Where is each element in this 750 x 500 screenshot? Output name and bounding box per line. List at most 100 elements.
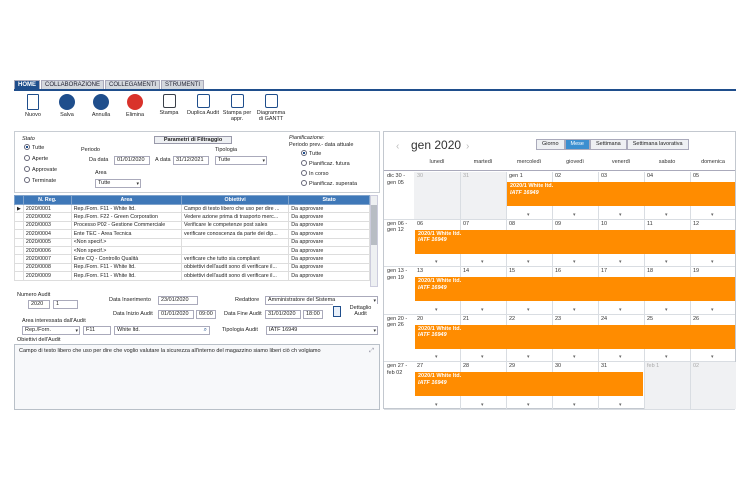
day-cell[interactable]: 09: [555, 221, 561, 227]
day-cell[interactable]: gen 1: [509, 173, 523, 179]
row-selector[interactable]: [14, 254, 24, 264]
day-cell[interactable]: 30: [417, 173, 423, 179]
stato-option-approvate[interactable]: Approvate: [24, 166, 57, 174]
day-cell[interactable]: 12: [693, 221, 699, 227]
more-arrow-icon[interactable]: ▾: [527, 307, 530, 313]
day-cell[interactable]: 23: [555, 316, 561, 322]
pian-option-2[interactable]: Pianificaz. futura: [301, 160, 350, 168]
more-arrow-icon[interactable]: ▾: [481, 307, 484, 313]
table-row[interactable]: 2020/0006 <Non specif.> Da approvare: [14, 245, 370, 256]
stato-option-tutte[interactable]: Tutte: [24, 144, 44, 152]
calendar-event[interactable]: 2020/1 White ltd. IATF 16949: [415, 372, 643, 396]
toolbar-button-8[interactable]: Diagramma di GANTT: [254, 94, 288, 122]
row-selector[interactable]: [14, 229, 24, 239]
day-cell[interactable]: 20: [417, 316, 423, 322]
day-cell[interactable]: 27: [417, 363, 423, 369]
da-data-input[interactable]: 01/01/2020: [114, 156, 150, 165]
more-arrow-icon[interactable]: ▾: [711, 212, 714, 218]
grid-header-1[interactable]: N. Reg.: [22, 195, 72, 205]
more-arrow-icon[interactable]: ▾: [481, 259, 484, 265]
view-mese[interactable]: Mese: [564, 139, 590, 150]
row-selector[interactable]: ▶: [14, 203, 24, 214]
day-cell[interactable]: 08: [509, 221, 515, 227]
table-row[interactable]: 2020/0004 Ente TEC - Area Tecnica verifica…: [14, 229, 370, 239]
area-type-select[interactable]: Rep./Forn. ▾: [22, 326, 80, 335]
table-row[interactable]: 2020/0003 Processo P02 - Gestione Commerc…: [14, 220, 370, 231]
toolbar-button-2[interactable]: Salva: [50, 94, 84, 118]
toolbar-button-4[interactable]: Elimina: [118, 94, 152, 118]
tab-collegamenti[interactable]: COLLEGAMENTI: [105, 80, 161, 89]
day-cell[interactable]: 11: [647, 221, 653, 227]
expand-icon[interactable]: ⤢: [369, 348, 374, 355]
calendar-event[interactable]: 2020/1 White ltd. IATF 16949: [415, 277, 735, 301]
ora-fine-field[interactable]: 18:00: [303, 310, 323, 319]
more-arrow-icon[interactable]: ▾: [527, 259, 530, 265]
more-arrow-icon[interactable]: ▾: [665, 307, 668, 313]
more-arrow-icon[interactable]: ▾: [665, 212, 668, 218]
pian-option-4[interactable]: Pianificaz. superata: [301, 180, 357, 188]
more-arrow-icon[interactable]: ▾: [665, 354, 668, 360]
more-arrow-icon[interactable]: ▾: [619, 354, 622, 360]
row-selector[interactable]: [14, 237, 24, 247]
day-cell[interactable]: 31: [601, 363, 607, 369]
table-row[interactable]: 2020/0008 Rep./Forn. F11 - White ltd. obbi…: [14, 262, 370, 273]
day-cell[interactable]: 03: [601, 173, 607, 179]
pian-option-3[interactable]: In corso: [301, 170, 329, 178]
row-selector[interactable]: [14, 271, 24, 281]
more-arrow-icon[interactable]: ▾: [435, 354, 438, 360]
param-filtraggio-button[interactable]: Parametri di Filtraggio: [154, 136, 232, 144]
day-cell[interactable]: 02: [693, 363, 699, 369]
more-arrow-icon[interactable]: ▾: [665, 259, 668, 265]
calendar-event[interactable]: 2020/1 White ltd. IATF 16949: [507, 182, 735, 206]
more-arrow-icon[interactable]: ▾: [573, 402, 576, 408]
grid-header-2[interactable]: Area: [70, 195, 183, 205]
more-arrow-icon[interactable]: ▾: [711, 259, 714, 265]
data-inizio-field[interactable]: 01/01/2020: [158, 310, 194, 319]
more-arrow-icon[interactable]: ▾: [619, 402, 622, 408]
more-arrow-icon[interactable]: ▾: [527, 402, 530, 408]
more-arrow-icon[interactable]: ▾: [435, 307, 438, 313]
day-cell[interactable]: 07: [463, 221, 469, 227]
day-cell[interactable]: 31: [463, 173, 469, 179]
row-selector[interactable]: [14, 245, 24, 256]
toolbar-button-7[interactable]: Stampa per appr.: [220, 94, 254, 122]
more-arrow-icon[interactable]: ▾: [573, 259, 576, 265]
more-arrow-icon[interactable]: ▾: [435, 402, 438, 408]
chevron-right-icon[interactable]: ›: [466, 141, 469, 152]
day-cell[interactable]: 29: [509, 363, 515, 369]
area-code-field[interactable]: F11: [83, 326, 111, 335]
more-arrow-icon[interactable]: ▾: [711, 354, 714, 360]
day-cell[interactable]: 13: [417, 268, 423, 274]
day-cell[interactable]: 06: [417, 221, 423, 227]
pian-option-1[interactable]: Tutte: [301, 150, 321, 158]
more-arrow-icon[interactable]: ▾: [619, 307, 622, 313]
more-arrow-icon[interactable]: ▾: [573, 212, 576, 218]
view-settimana-lavorativa[interactable]: Settimana lavorativa: [626, 139, 689, 150]
view-giorno[interactable]: Giorno: [536, 139, 565, 150]
area-name-field[interactable]: White ltd. ⌕: [114, 326, 210, 335]
row-selector[interactable]: [14, 220, 24, 231]
anno-field[interactable]: 2020: [28, 300, 50, 309]
toolbar-button-1[interactable]: Nuovo: [16, 94, 50, 118]
stato-option-terminate[interactable]: Terminate: [24, 177, 56, 185]
day-cell[interactable]: 17: [601, 268, 607, 274]
grid-header-4[interactable]: Stato: [288, 195, 370, 205]
a-data-input[interactable]: 31/12/2021: [173, 156, 209, 165]
day-cell[interactable]: 28: [463, 363, 469, 369]
day-cell[interactable]: 05: [693, 173, 699, 179]
view-settimana[interactable]: Settimana: [589, 139, 627, 150]
table-row[interactable]: 2020/0009 Rep./Forn. F11 - White ltd. obbi…: [14, 271, 370, 281]
table-row[interactable]: ▶ 2020/0001 Rep./Forn. F11 - White ltd. Cam…: [14, 203, 370, 214]
toolbar-button-3[interactable]: Annulla: [84, 94, 118, 118]
more-arrow-icon[interactable]: ▾: [481, 354, 484, 360]
more-arrow-icon[interactable]: ▾: [573, 307, 576, 313]
day-cell[interactable]: 04: [647, 173, 653, 179]
day-cell[interactable]: 14: [463, 268, 469, 274]
day-cell[interactable]: 21: [463, 316, 469, 322]
tab-home[interactable]: HOME: [14, 80, 40, 89]
more-arrow-icon[interactable]: ▾: [573, 354, 576, 360]
day-cell[interactable]: 10: [601, 221, 607, 227]
row-selector[interactable]: [14, 262, 24, 273]
chevron-left-icon[interactable]: ‹: [396, 141, 399, 152]
day-cell[interactable]: feb 1: [647, 363, 659, 369]
